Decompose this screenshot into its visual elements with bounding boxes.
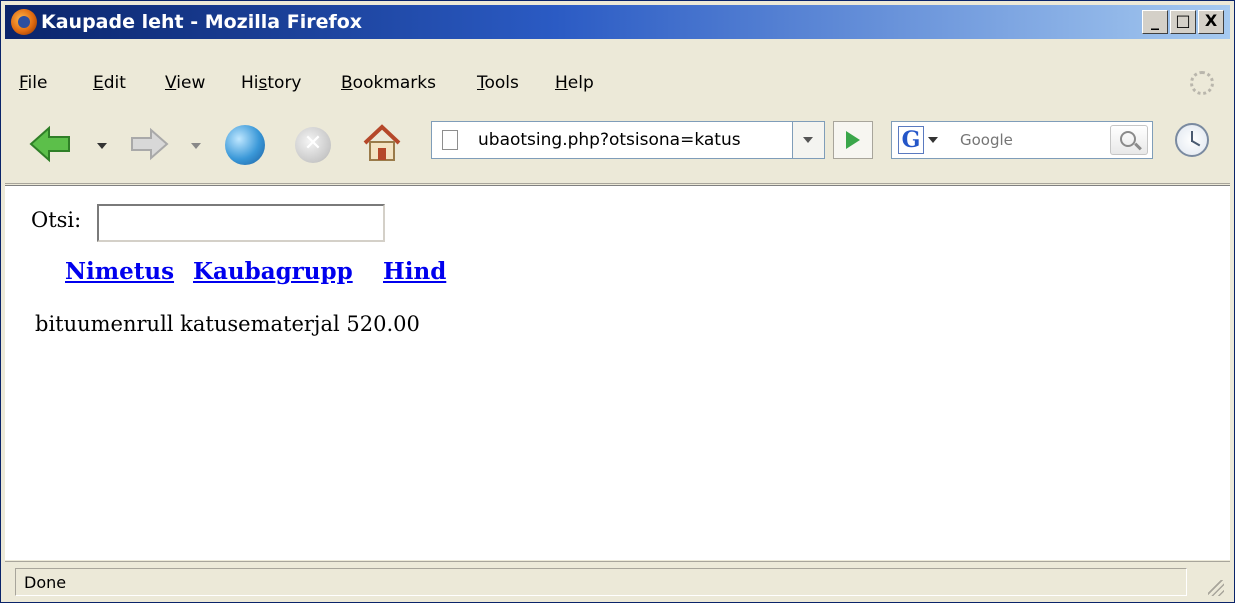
url-input[interactable]: [478, 127, 788, 153]
history-clock-icon[interactable]: [1175, 123, 1209, 157]
menu-history[interactable]: History: [241, 73, 302, 93]
sort-by-nimetus-link[interactable]: Nimetus: [65, 258, 174, 285]
forward-arrow-icon[interactable]: [129, 127, 169, 161]
close-button[interactable]: X: [1198, 10, 1224, 34]
menu-view-label: iew: [176, 73, 206, 93]
maximize-button[interactable]: □: [1170, 10, 1196, 34]
menu-help[interactable]: Help: [555, 73, 594, 93]
resize-grip-icon[interactable]: [1208, 580, 1224, 596]
menu-edit-label: dit: [103, 73, 126, 93]
menu-bookmarks-accel: B: [341, 73, 353, 93]
minimize-button[interactable]: _: [1142, 10, 1168, 34]
back-dropdown-icon[interactable]: [97, 143, 107, 149]
menu-bar: File Edit View History Bookmarks Tools H…: [5, 65, 1230, 99]
menu-file[interactable]: File: [19, 73, 47, 93]
sort-by-hind-link[interactable]: Hind: [383, 258, 446, 285]
status-text: Done: [24, 573, 67, 592]
url-dropdown-button[interactable]: [793, 121, 825, 159]
forward-dropdown-icon[interactable]: [191, 143, 201, 149]
menu-bookmarks-label: ookmarks: [352, 73, 436, 93]
search-button[interactable]: [1110, 125, 1148, 155]
google-engine-icon[interactable]: G: [898, 126, 924, 154]
menu-file-label: ile: [27, 73, 48, 93]
menu-tools-accel: T: [477, 73, 485, 93]
menu-tools[interactable]: Tools: [477, 73, 519, 93]
search-field[interactable]: [97, 204, 385, 242]
back-arrow-icon[interactable]: [29, 125, 71, 163]
reload-icon[interactable]: [225, 125, 265, 165]
menu-edit[interactable]: Edit: [93, 73, 126, 93]
window-title: Kaupade leht - Mozilla Firefox: [41, 11, 363, 33]
firefox-icon: [11, 9, 37, 35]
stop-icon[interactable]: ✕: [295, 127, 331, 163]
menu-file-accel: F: [19, 73, 28, 93]
home-icon[interactable]: [361, 123, 403, 163]
menu-help-label: elp: [567, 73, 594, 93]
search-label: Otsi:: [31, 208, 82, 232]
sort-by-kaubagrupp-link[interactable]: Kaubagrupp: [193, 258, 353, 285]
result-row: bituumenrull katusematerjal 520.00: [35, 312, 420, 336]
menu-bookmarks[interactable]: Bookmarks: [341, 73, 436, 93]
menu-help-accel: H: [555, 73, 568, 93]
menu-tools-label: ools: [484, 73, 519, 93]
menu-view[interactable]: View: [165, 73, 205, 93]
go-button[interactable]: [833, 121, 873, 159]
search-bar[interactable]: G: [891, 121, 1153, 159]
menu-view-accel: V: [165, 73, 177, 93]
browser-window: Kaupade leht - Mozilla Firefox _ □ X Fil…: [0, 0, 1235, 603]
page-icon: [442, 130, 458, 150]
navigation-toolbar: ✕ G: [5, 107, 1230, 184]
address-bar[interactable]: [431, 121, 793, 159]
status-bar: Done: [5, 561, 1230, 600]
status-field: Done: [15, 568, 1187, 596]
engine-dropdown-icon[interactable]: [928, 137, 938, 143]
throbber-icon: [1190, 71, 1214, 95]
menu-history-label: tory: [267, 73, 302, 93]
menu-history-pre: Hi: [241, 73, 259, 93]
page-content: Otsi: Nimetus Kaubagrupp Hind bituumenru…: [5, 185, 1230, 560]
menu-edit-accel: E: [93, 73, 104, 93]
title-bar[interactable]: Kaupade leht - Mozilla Firefox _ □ X: [5, 5, 1230, 39]
web-search-input[interactable]: [960, 129, 1090, 151]
